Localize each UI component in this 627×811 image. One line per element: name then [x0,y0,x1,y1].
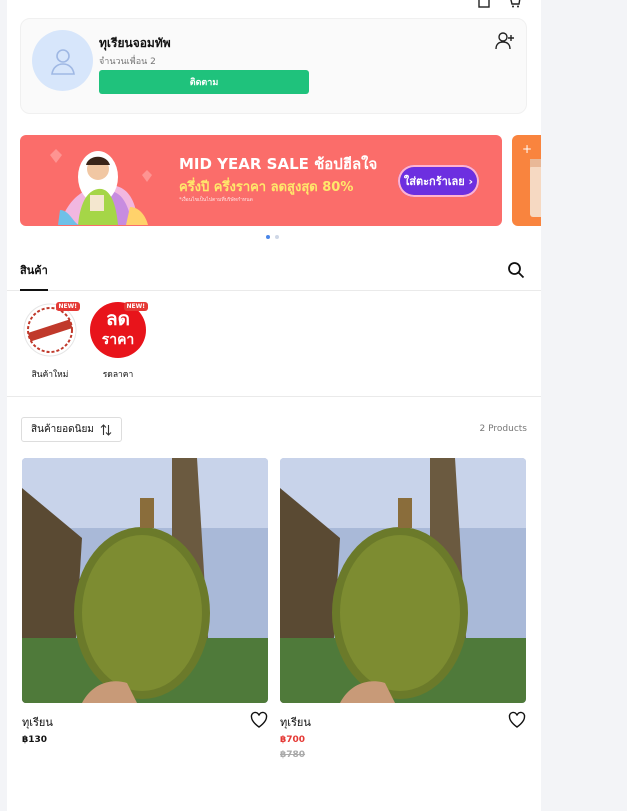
new-product-badge-image: NEW! [22,302,80,358]
banner-note: *เงื่อนไขเป็นไปตามที่บริษัทกำหนด [179,197,253,203]
durian-photo [280,458,526,703]
bag-icon[interactable] [477,0,491,8]
sale-text-bottom: ราคา [101,332,135,348]
product-image[interactable] [22,458,268,703]
svg-text:+: + [522,142,532,156]
promo-banner[interactable]: MID YEAR SALE ช้อปฮีลใจ ครึ่งปี ครึ่งราค… [20,135,502,226]
sale-text-top: ลด [106,308,130,330]
category-item-sale[interactable]: ลด ราคา NEW! รดลาคา [83,302,153,381]
sale-badge-image: ลด ราคา NEW! [90,302,148,358]
new-badge: NEW! [55,302,80,311]
product-original-price: ฿780 [280,750,306,760]
category-label: สินค้าใหม่ [31,370,69,380]
banner-cta-button[interactable]: ใส่ตะกร้าเลย › [398,165,479,197]
heart-icon[interactable] [508,711,526,729]
user-placeholder-icon [50,48,75,75]
shop-profile-card: ทุเรียนจอมทัพ จำนวนเพื่อน 2 ติดตาม [20,18,527,114]
product-image[interactable] [280,458,526,703]
banner-title: MID YEAR SALE ช้อปฮีลใจ [179,155,378,173]
sort-label: สินค้ายอดนิยม [31,424,94,435]
product-count: 2 Products [479,424,527,434]
cosmetic-product-illustration: + [522,142,541,217]
banner-model-illustration [50,149,152,225]
cart-icon[interactable] [507,0,521,8]
carousel-dot[interactable] [266,235,270,239]
product-card[interactable]: ทุเรียน ฿130 [22,458,268,745]
durian-photo [22,458,268,703]
sort-icon [100,423,112,436]
category-item-new[interactable]: NEW! สินค้าใหม่ [15,302,85,381]
tab-bar: สินค้า [7,254,541,291]
promo-banner-next[interactable]: + [512,135,541,226]
search-icon[interactable] [507,261,525,279]
product-name: ทุเรียน [280,716,311,729]
shop-page: ทุเรียนจอมทัพ จำนวนเพื่อน 2 ติดตาม MID Y… [7,0,541,811]
new-badge: NEW! [123,302,148,311]
avatar [32,30,93,91]
follow-button[interactable]: ติดตาม [99,70,309,94]
tab-products[interactable]: สินค้า [20,261,48,291]
add-friend-icon[interactable] [495,31,515,51]
product-card[interactable]: ทุเรียน ฿700 ฿780 [280,458,526,760]
product-name: ทุเรียน [22,716,53,729]
product-sale-price: ฿700 [280,735,306,745]
product-price: ฿130 [22,735,48,745]
category-list: NEW! สินค้าใหม่ ลด ราคา NEW! รดลาคา [7,302,541,397]
category-label: รดลาคา [102,370,134,380]
sort-button[interactable]: สินค้ายอดนิยม [21,417,122,442]
shop-name: ทุเรียนจอมทัพ [99,36,171,50]
carousel-dot[interactable] [275,235,279,239]
friend-count: จำนวนเพื่อน 2 [99,57,156,67]
heart-icon[interactable] [250,711,268,729]
top-icons [477,0,521,8]
banner-subtitle: ครึ่งปี ครึ่งราคา ลดสูงสุด 80% [179,180,354,195]
carousel-dots [266,235,279,239]
